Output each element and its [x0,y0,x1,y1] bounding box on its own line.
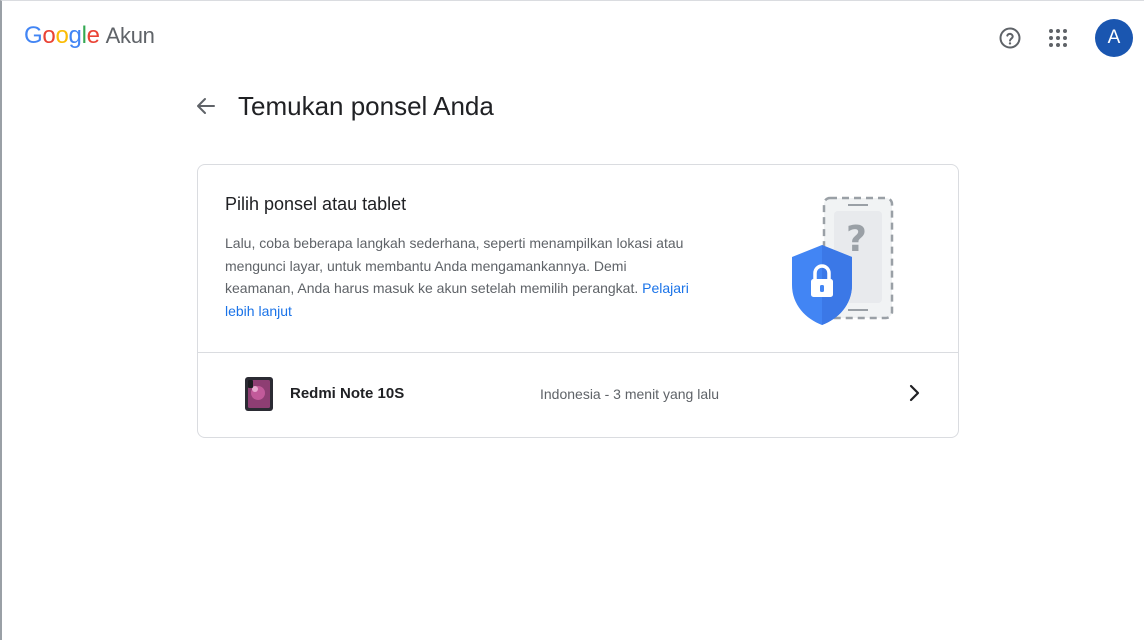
card-intro: Pilih ponsel atau tablet Lalu, coba bebe… [198,165,958,352]
logo-letter: G [24,22,43,49]
phone-thumbnail [244,376,274,412]
device-list-item[interactable]: Redmi Note 10S Indonesia - 3 menit yang … [198,353,958,437]
arrow-back-icon[interactable] [192,92,220,120]
phone-shield-lock-icon: ? [788,193,898,333]
device-name: Redmi Note 10S [290,385,405,402]
product-name: Akun [105,23,155,48]
account-avatar[interactable]: A [1095,19,1133,57]
apps-grid-icon[interactable] [1044,24,1072,52]
logo-letter: g [68,22,82,49]
page-title: Temukan ponsel Anda [238,90,494,121]
device-location-time: Indonesia - 3 menit yang lalu [540,386,719,402]
logo-letter: e [86,22,100,49]
page-header: Temukan ponsel Anda [192,88,494,124]
svg-text:?: ? [846,219,867,260]
logo-letter: o [42,22,56,49]
description-text: Lalu, coba beberapa langkah sederhana, s… [225,235,684,296]
card-heading: Pilih ponsel atau tablet [225,194,407,214]
logo-letter: o [55,22,69,49]
device-picker-card: Pilih ponsel atau tablet Lalu, coba bebe… [197,164,959,438]
help-icon[interactable] [996,24,1024,52]
card-description: Lalu, coba beberapa langkah sederhana, s… [225,232,695,322]
google-account-logo[interactable]: Google Akun [24,22,155,50]
top-bar: Google Akun A [0,0,1144,76]
chevron-right-icon[interactable] [902,381,926,405]
